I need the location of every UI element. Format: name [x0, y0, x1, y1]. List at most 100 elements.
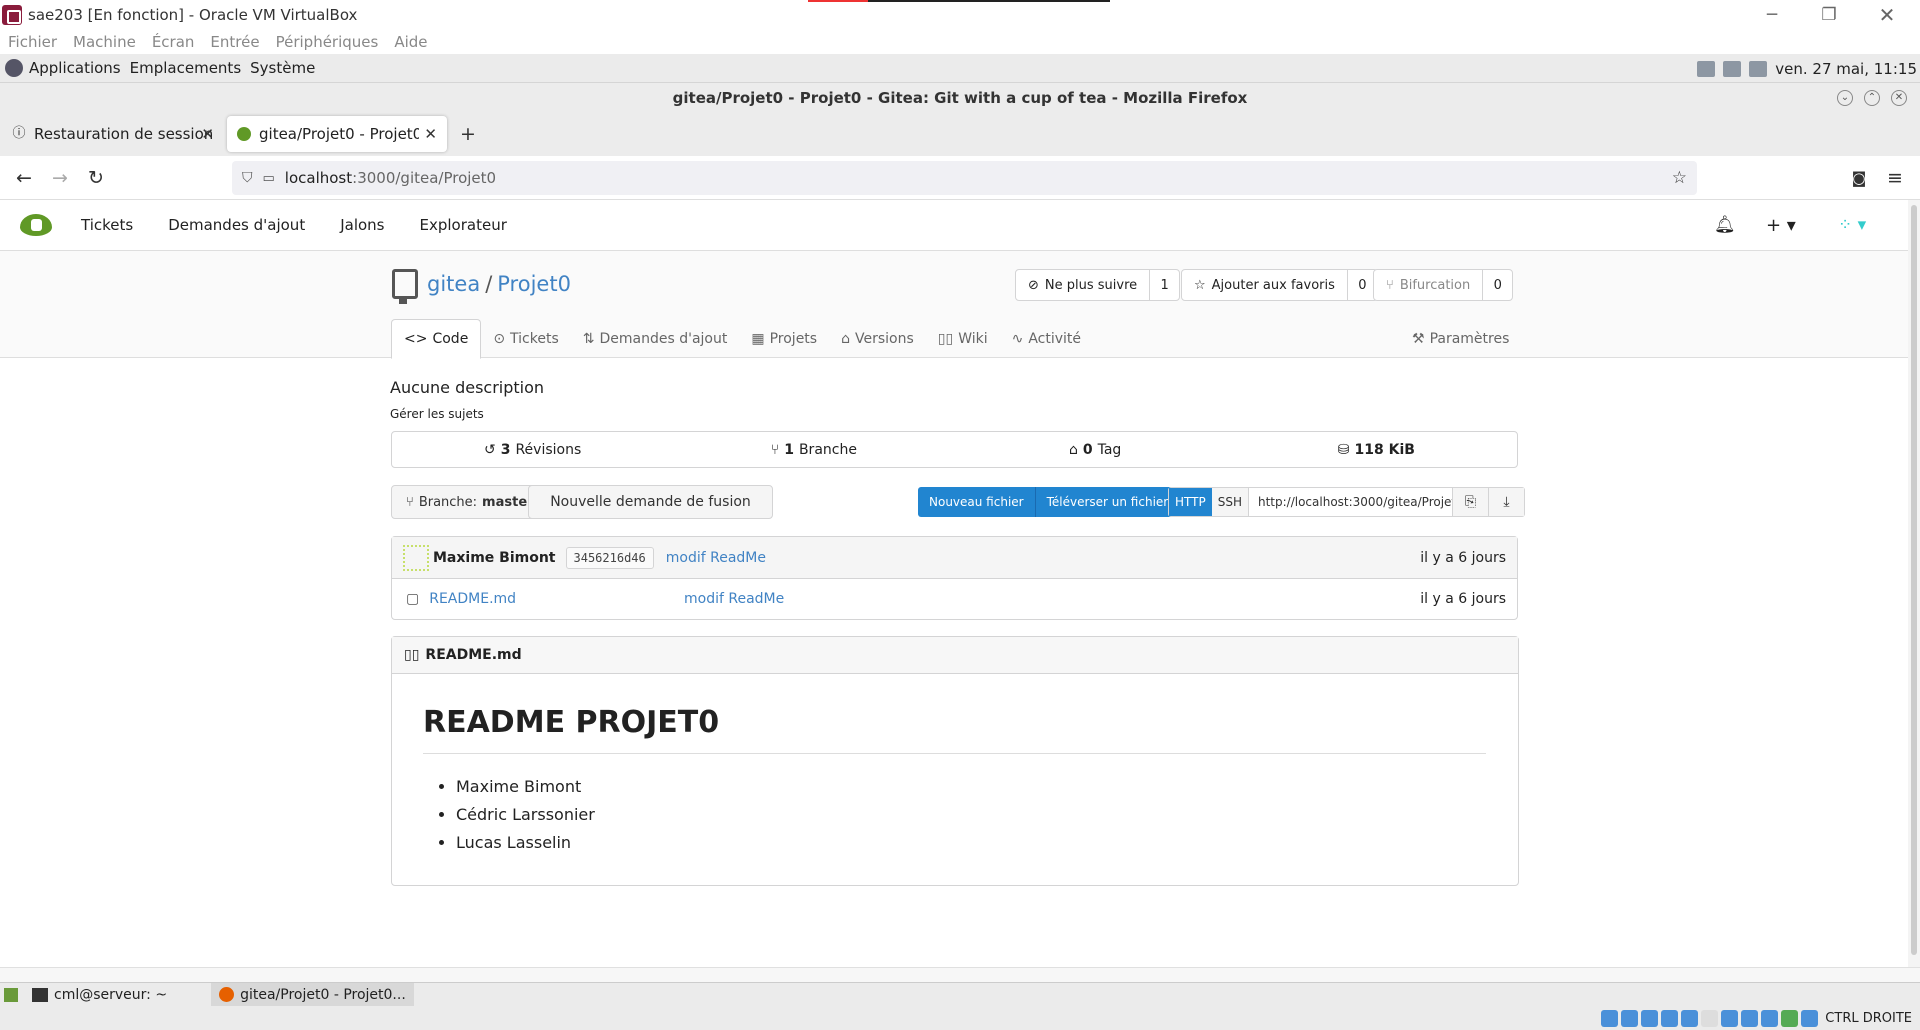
tab-code[interactable]: <> Code [391, 319, 482, 359]
unwatch-button[interactable]: ⊘ Ne plus suivre [1016, 270, 1149, 300]
keyboard-capture-icon[interactable] [1801, 1009, 1819, 1027]
tab-restauration[interactable]: ⓘ Restauration de session ✕ [2, 116, 224, 152]
readme-filename: README.md [425, 647, 522, 663]
bookmark-star-icon[interactable]: ☆ [1672, 168, 1687, 188]
optical-drive-icon[interactable] [1621, 1009, 1639, 1027]
panel-systeme[interactable]: Système [250, 59, 315, 77]
hdd-icon[interactable] [1601, 1009, 1619, 1027]
reload-icon[interactable]: ↻ [84, 166, 108, 190]
file-name[interactable]: README.md [429, 591, 516, 607]
printer-icon[interactable] [1749, 60, 1768, 77]
tab-label: Versions [854, 330, 914, 347]
panel-emplacements[interactable]: Emplacements [130, 59, 242, 77]
watch-count[interactable]: 1 [1149, 270, 1179, 300]
page-scrollbar[interactable] [1908, 200, 1920, 980]
url-bar[interactable]: ⛉ ▭ localhost:3000/gitea/Projet0 ☆ [232, 161, 1697, 195]
user-avatar[interactable]: ⁘ ▾ [1838, 215, 1866, 235]
download-icon[interactable]: ⤓ [1487, 488, 1524, 516]
tab-activity[interactable]: ∿ Activité [1000, 319, 1093, 358]
scrollbar-thumb[interactable] [1911, 205, 1917, 955]
tab-close-icon[interactable]: ✕ [201, 125, 214, 143]
page-icon[interactable]: ▭ [263, 171, 275, 186]
tab-settings[interactable]: ⚒ Paramètres [1412, 319, 1509, 358]
copy-clipboard-icon[interactable]: ⎘ [1451, 488, 1488, 516]
tags-stat[interactable]: ⌂ 0 Tag [955, 432, 1236, 467]
tab-label: Wiki [958, 330, 988, 347]
shield-icon[interactable]: ⛉ [242, 170, 253, 186]
gitea-logo[interactable] [20, 214, 52, 236]
volume-icon[interactable] [1697, 60, 1716, 77]
commit-author[interactable]: Maxime Bimont [433, 550, 556, 566]
usb-icon[interactable] [1681, 1009, 1699, 1027]
nav-milestones[interactable]: Jalons [340, 216, 384, 234]
recording-icon[interactable] [1741, 1009, 1759, 1027]
nav-explore[interactable]: Explorateur [420, 216, 507, 234]
menu-machine[interactable]: Machine [73, 33, 136, 51]
ff-minimize-icon[interactable]: ⌄ [1837, 90, 1853, 106]
clone-http-button[interactable]: HTTP [1169, 488, 1212, 516]
author-avatar[interactable] [403, 544, 429, 571]
display-icon[interactable] [1721, 1009, 1739, 1027]
bell-icon[interactable]: 🔔︎ [1714, 215, 1736, 235]
network-adapter-icon[interactable] [1661, 1009, 1679, 1027]
clone-url-input[interactable]: http://localhost:3000/gitea/Projet0.git [1249, 488, 1452, 516]
upload-file-button[interactable]: Téléverser un fichier [1034, 487, 1180, 517]
restore-icon[interactable]: ❐ [1800, 0, 1858, 29]
tab-gitea[interactable]: gitea/Projet0 - Projet0 - Gitea: Git wit… [227, 116, 447, 152]
tools-icon: ⚒ [1412, 330, 1425, 347]
repo-name-link[interactable]: Projet0 [497, 272, 571, 296]
task-firefox[interactable]: gitea/Projet0 - Projet0... [211, 982, 414, 1007]
commit-sha[interactable]: 3456216d46 [565, 546, 654, 569]
tab-wiki[interactable]: ▯▯ Wiki [926, 319, 1000, 358]
audio-icon[interactable] [1641, 1009, 1659, 1027]
repo-owner-link[interactable]: gitea [427, 272, 480, 296]
menu-aide[interactable]: Aide [394, 33, 427, 51]
new-tab-icon[interactable]: + [456, 122, 480, 146]
vt-x-icon[interactable] [1761, 1009, 1779, 1027]
pocket-icon[interactable]: ◙ [1847, 166, 1871, 190]
menu-ecran[interactable]: Écran [152, 33, 195, 51]
commits-label: Révisions [515, 441, 582, 458]
tab-close-icon[interactable]: ✕ [424, 125, 437, 143]
branches-stat[interactable]: ⑂ 1 Branche [673, 432, 954, 467]
readme-header: ▯▯ README.md [392, 637, 1518, 674]
nav-tickets[interactable]: Tickets [81, 216, 133, 234]
mouse-integration-icon[interactable] [1781, 1009, 1799, 1027]
ff-maximize-icon[interactable]: ⌃ [1864, 90, 1880, 106]
forward-icon[interactable]: → [48, 166, 72, 190]
commit-message[interactable]: modif ReadMe [666, 550, 766, 566]
file-commit-message[interactable]: modif ReadMe [684, 591, 784, 607]
new-pr-button[interactable]: Nouvelle demande de fusion [528, 485, 773, 519]
back-icon[interactable]: ← [12, 166, 36, 190]
tab-pull-requests[interactable]: ⇅ Demandes d'ajout [571, 319, 740, 358]
star-button[interactable]: ☆ Ajouter aux favoris [1182, 270, 1347, 300]
nav-pull-requests[interactable]: Demandes d'ajout [168, 216, 305, 234]
minimize-icon[interactable]: ─ [1743, 0, 1801, 29]
network-icon[interactable] [1723, 60, 1742, 77]
tab-projects[interactable]: ▦ Projets [739, 319, 829, 358]
close-icon[interactable]: ✕ [1858, 0, 1916, 29]
panel-applications[interactable]: Applications [29, 59, 121, 77]
new-file-button[interactable]: Nouveau fichier [918, 487, 1035, 517]
panel-clock[interactable]: ven. 27 mai, 11:15 [1775, 60, 1917, 78]
commits-stat[interactable]: ↺ 3 Révisions [392, 432, 673, 467]
gnome-taskbar: cml@serveur: ~ gitea/Projet0 - Projet0..… [0, 982, 1920, 1007]
create-plus-icon[interactable]: + ▾ [1766, 215, 1796, 236]
menu-fichier[interactable]: Fichier [8, 33, 57, 51]
menu-entree[interactable]: Entrée [210, 33, 259, 51]
size-stat: ⛁ 118 KiB [1236, 432, 1517, 467]
fork-count[interactable]: 0 [1482, 270, 1512, 300]
gitea-navbar: Tickets Demandes d'ajout Jalons Explorat… [0, 200, 1908, 251]
clone-ssh-button[interactable]: SSH [1211, 488, 1249, 516]
shared-folder-icon[interactable] [1701, 1009, 1719, 1027]
show-desktop-icon[interactable] [4, 987, 18, 1002]
pulse-icon: ∿ [1011, 330, 1024, 347]
menu-icon[interactable]: ≡ [1883, 166, 1907, 190]
menu-peripheriques[interactable]: Périphériques [276, 33, 379, 51]
ff-close-icon[interactable]: ✕ [1891, 90, 1907, 106]
fork-button[interactable]: ⑂ Bifurcation [1374, 270, 1482, 300]
tab-releases[interactable]: ⌂ Versions [829, 319, 926, 358]
manage-topics-link[interactable]: Gérer les sujets [390, 407, 484, 421]
task-terminal[interactable]: cml@serveur: ~ [24, 983, 175, 1007]
tab-issues[interactable]: ⊙ Tickets [481, 319, 570, 358]
